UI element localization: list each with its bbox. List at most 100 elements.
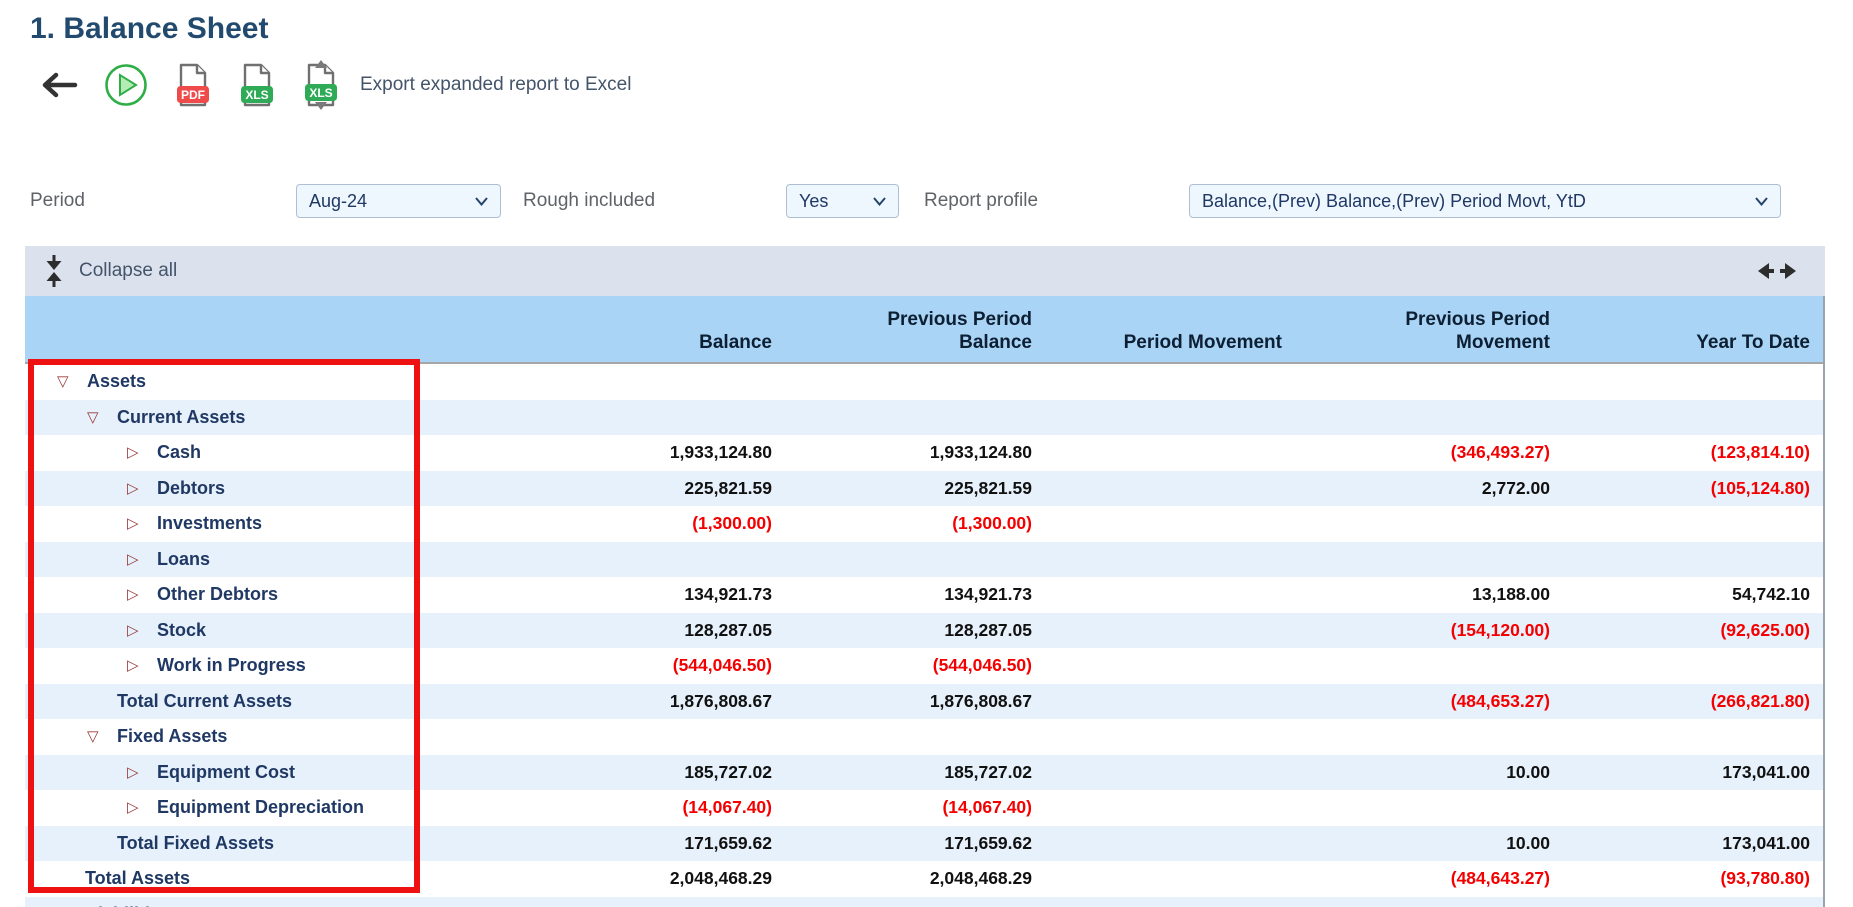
cell-balance: 2,048,468.29 [460,861,787,897]
table-row: ▷ Other Debtors 134,921.73 134,921.73 13… [25,577,1823,613]
report-profile-select-value: Balance,(Prev) Balance,(Prev) Period Mov… [1202,191,1586,212]
report-toolbar: PDF XLS XLS Export expanded report to Ex… [42,60,631,110]
expand-triangle-icon[interactable]: ▽ [87,729,117,744]
table-row: ▷ Investments (1,300.00) (1,300.00) [25,506,1823,542]
expand-triangle-icon[interactable]: ▷ [127,481,157,496]
cell-period-movement [1047,719,1297,755]
cell-year-to-date: 173,041.00 [1565,755,1825,791]
table-row: ▷ Loans [25,542,1823,578]
cell-period-movement [1047,471,1297,507]
cell-previous-period-balance: 128,287.05 [787,613,1047,649]
expand-triangle-icon[interactable]: ▷ [127,516,157,531]
report-profile-label: Report profile [924,184,1038,218]
period-label: Period [30,184,85,218]
cell-period-movement [1047,542,1297,578]
cell-previous-period-movement: 10.00 [1297,826,1565,862]
table-row: ▷ Stock 128,287.05 128,287.05 (154,120.0… [25,613,1823,649]
cell-previous-period-balance: (544,046.50) [787,648,1047,684]
cell-previous-period-balance: 134,921.73 [787,577,1047,613]
table-row: ▽ Liabilities [25,897,1823,907]
cell-previous-period-balance: 2,048,468.29 [787,861,1047,897]
table-row: ▷ Work in Progress (544,046.50) (544,046… [25,648,1823,684]
cell-period-movement [1047,684,1297,720]
report-table: Collapse all Balance Previous Period Bal… [25,246,1825,907]
cell-year-to-date: (123,814.10) [1565,435,1825,471]
row-label: Equipment Cost [157,762,295,783]
header-account [25,296,460,362]
cell-previous-period-balance: 185,727.02 [787,755,1047,791]
expand-triangle-icon[interactable]: ▽ [87,410,117,425]
cell-previous-period-movement: 13,188.00 [1297,577,1565,613]
cell-previous-period-balance: 225,821.59 [787,471,1047,507]
row-label: Cash [157,442,201,463]
expand-triangle-icon[interactable]: ▷ [127,445,157,460]
cell-year-to-date [1565,648,1825,684]
cell-previous-period-movement: (154,120.00) [1297,613,1565,649]
cell-previous-period-balance: 1,876,808.67 [787,684,1047,720]
row-label: Assets [87,371,146,392]
expand-triangle-icon[interactable]: ▷ [127,765,157,780]
table-row: ▷ Cash 1,933,124.80 1,933,124.80 (346,49… [25,435,1823,471]
expand-triangle-icon[interactable]: ▷ [127,552,157,567]
cell-period-movement [1047,506,1297,542]
expand-columns-icon[interactable] [1757,259,1797,283]
cell-balance: 225,821.59 [460,471,787,507]
expand-triangle-icon[interactable]: ▷ [127,587,157,602]
table-row: ▷ Equipment Cost 185,727.02 185,727.02 1… [25,755,1823,791]
export-expanded-excel-icon[interactable]: XLS [302,60,340,110]
cell-balance [460,719,787,755]
export-expanded-label: Export expanded report to Excel [360,74,631,96]
cell-balance: 171,659.62 [460,826,787,862]
cell-year-to-date [1565,790,1825,826]
cell-previous-period-movement: 2,772.00 [1297,471,1565,507]
cell-year-to-date [1565,400,1825,436]
chevron-down-icon [873,197,886,206]
cell-balance: 134,921.73 [460,577,787,613]
period-select-value: Aug-24 [309,191,367,212]
export-excel-icon[interactable]: XLS [238,62,276,108]
table-row: ▷ Equipment Depreciation (14,067.40) (14… [25,790,1823,826]
export-pdf-icon[interactable]: PDF [174,62,212,108]
cell-balance [460,400,787,436]
header-previous-period-balance: Previous Period Balance [787,296,1047,362]
page-title: 1. Balance Sheet [30,12,268,46]
cell-previous-period-balance: (1,300.00) [787,506,1047,542]
row-label: Current Assets [117,407,245,428]
row-label: Other Debtors [157,584,278,605]
rough-included-select[interactable]: Yes [786,184,899,218]
period-select[interactable]: Aug-24 [296,184,501,218]
cell-previous-period-balance [787,400,1047,436]
cell-previous-period-balance [787,719,1047,755]
cell-previous-period-balance: (14,067.40) [787,790,1047,826]
cell-year-to-date [1565,364,1825,400]
back-arrow-icon[interactable] [42,70,78,100]
collapse-all-button[interactable]: Collapse all [43,254,177,288]
expand-triangle-icon[interactable]: ▷ [127,623,157,638]
cell-previous-period-movement: (484,653.27) [1297,684,1565,720]
row-label: Equipment Depreciation [157,797,364,818]
cell-year-to-date: (266,821.80) [1565,684,1825,720]
xls-badge-text: XLS [245,88,268,102]
row-label: Total Assets [85,868,190,889]
collapse-all-icon [43,254,65,288]
cell-previous-period-movement: (346,493.27) [1297,435,1565,471]
report-profile-select[interactable]: Balance,(Prev) Balance,(Prev) Period Mov… [1189,184,1781,218]
expand-triangle-icon[interactable]: ▷ [127,658,157,673]
cell-period-movement [1047,613,1297,649]
cell-previous-period-movement [1297,400,1565,436]
cell-period-movement [1047,826,1297,862]
expand-triangle-icon[interactable]: ▷ [127,800,157,815]
cell-period-movement [1047,577,1297,613]
expand-triangle-icon[interactable]: ▽ [57,374,87,389]
cell-period-movement [1047,861,1297,897]
run-report-icon[interactable] [104,63,148,107]
cell-balance: 1,876,808.67 [460,684,787,720]
collapse-all-label: Collapse all [79,260,177,282]
cell-period-movement [1047,755,1297,791]
cell-previous-period-movement [1297,897,1565,907]
row-label: Total Current Assets [117,691,292,712]
cell-period-movement [1047,790,1297,826]
cell-year-to-date: (93,780.80) [1565,861,1825,897]
cell-previous-period-balance: 1,933,124.80 [787,435,1047,471]
row-label: Debtors [157,478,225,499]
